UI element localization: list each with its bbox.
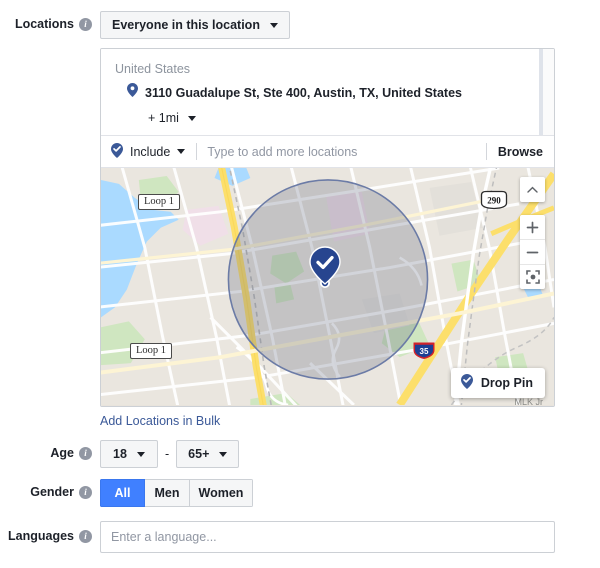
info-icon[interactable]: i: [79, 17, 92, 31]
locations-box: United States 3110 Guadalupe St, Ste 400…: [100, 48, 555, 407]
svg-text:290: 290: [487, 196, 501, 206]
languages-field: [100, 521, 600, 553]
age-label-group: Age i: [0, 440, 100, 460]
chevron-down-icon: [219, 451, 228, 457]
browse-button[interactable]: Browse: [487, 145, 554, 159]
map-zoom-controls: [520, 215, 545, 289]
plus-icon: [526, 221, 539, 233]
chevron-up-icon: [527, 186, 538, 193]
fullscreen-target-icon: [525, 270, 540, 284]
location-entry[interactable]: 3110 Guadalupe St, Ste 400, Austin, TX, …: [101, 83, 554, 102]
selected-locations-list: United States 3110 Guadalupe St, Ste 400…: [101, 49, 554, 135]
gender-field: All Men Women: [100, 479, 600, 507]
info-icon[interactable]: i: [79, 446, 92, 460]
map-recenter-button[interactable]: [520, 265, 545, 289]
locations-row: Locations i Everyone in this location Un…: [0, 0, 600, 430]
gender-option-women[interactable]: Women: [190, 479, 253, 507]
chevron-down-icon: [187, 115, 196, 121]
locations-label: Locations: [14, 17, 74, 31]
road-shield-loop1-south: Loop 1: [130, 343, 173, 359]
street-label-mlk: MLK Jr: [514, 397, 543, 406]
road-shield-i35: 35: [412, 338, 436, 365]
check-pin-icon: [111, 142, 123, 161]
audience-scope-dropdown[interactable]: Everyone in this location: [100, 11, 290, 39]
road-shield-loop1-north: Loop 1: [138, 194, 181, 210]
gender-label: Gender: [30, 485, 74, 499]
location-address: 3110 Guadalupe St, Ste 400, Austin, TX, …: [145, 85, 462, 100]
map-zoom-in-button[interactable]: [520, 215, 545, 240]
age-separator: -: [165, 447, 170, 461]
age-row: Age i 18 - 65+: [0, 440, 600, 468]
gender-row: Gender i All Men Women: [0, 479, 600, 507]
location-search-input[interactable]: [197, 136, 486, 167]
chevron-down-icon: [136, 451, 145, 457]
languages-row: Languages i: [0, 521, 600, 553]
locations-field: Everyone in this location United States: [100, 11, 600, 430]
gender-option-all[interactable]: All: [100, 479, 145, 507]
locations-label-group: Locations i: [0, 11, 100, 31]
locations-country-header: United States: [115, 62, 191, 76]
languages-input[interactable]: [100, 521, 555, 553]
locations-scrollbar-thumb[interactable]: [539, 49, 543, 135]
map-collapse-button[interactable]: [520, 177, 545, 202]
location-radius-value: + 1mi: [148, 111, 179, 125]
map-zoom-out-button[interactable]: [520, 240, 545, 265]
languages-label: Languages: [8, 529, 74, 543]
minus-icon: [526, 251, 539, 253]
info-icon[interactable]: i: [79, 529, 92, 543]
location-radius-dropdown[interactable]: + 1mi: [148, 111, 196, 125]
check-pin-icon: [460, 374, 473, 392]
gender-label-group: Gender i: [0, 479, 100, 499]
road-shield-us290: 290: [479, 190, 509, 215]
add-locations-in-bulk-link[interactable]: Add Locations in Bulk: [100, 414, 220, 428]
location-search-row: Include Browse: [101, 135, 554, 167]
age-field: 18 - 65+: [100, 440, 600, 468]
location-targeting-panel: Locations i Everyone in this location Un…: [0, 0, 600, 568]
languages-label-group: Languages i: [0, 521, 100, 543]
gender-option-men[interactable]: Men: [145, 479, 190, 507]
age-min-dropdown[interactable]: 18: [100, 440, 158, 468]
audience-scope-value: Everyone in this location: [112, 18, 260, 32]
info-icon[interactable]: i: [79, 485, 92, 499]
map-pin-icon: [127, 83, 138, 102]
map-canvas[interactable]: Loop 1 Loop 1 290 35 MLK Jr Drop Pin: [101, 167, 554, 406]
age-max-value: 65+: [188, 447, 210, 461]
age-label: Age: [50, 446, 74, 460]
age-min-value: 18: [113, 447, 127, 461]
include-exclude-dropdown[interactable]: Include: [101, 136, 196, 167]
svg-text:35: 35: [420, 347, 429, 356]
chevron-down-icon: [269, 22, 278, 28]
selected-location-pin-icon: [308, 246, 342, 296]
drop-pin-label: Drop Pin: [480, 376, 533, 390]
gender-segmented-control: All Men Women: [100, 479, 253, 507]
include-label: Include: [130, 144, 171, 159]
age-max-dropdown[interactable]: 65+: [176, 440, 240, 468]
drop-pin-button[interactable]: Drop Pin: [450, 368, 545, 398]
chevron-down-icon: [177, 149, 186, 154]
